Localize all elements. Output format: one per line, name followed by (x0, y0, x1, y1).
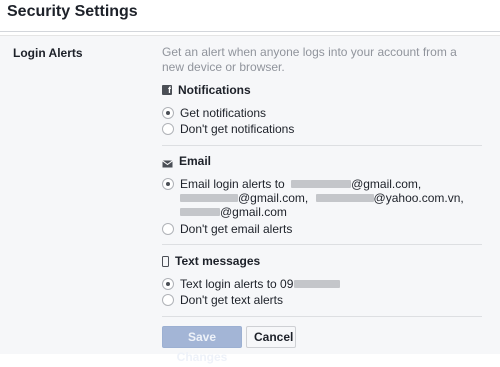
save-changes-button[interactable]: Save Changes (162, 326, 242, 364)
dont-get-email-label: Don't get email alerts (180, 222, 293, 236)
radio-dont-get-text[interactable] (162, 294, 174, 306)
radio-dont-get-email[interactable] (162, 223, 174, 235)
text-alerts-prefix: Text login alerts to 09 (180, 277, 294, 291)
actions-divider (162, 316, 482, 317)
redacted-text (294, 279, 341, 288)
notifications-heading-label: Notifications (178, 83, 251, 97)
radio-email-alerts[interactable] (162, 178, 174, 190)
dont-get-text-label: Don't get text alerts (180, 293, 284, 307)
text-messages-heading: Text messages (162, 254, 260, 268)
section-description: Get an alert when anyone logs into your … (162, 45, 457, 74)
redacted-text (180, 193, 238, 202)
page-title: Security Settings (7, 3, 138, 20)
radio-dont-get-notifications[interactable] (162, 123, 174, 135)
get-notifications-label: Get notifications (180, 106, 267, 120)
group-divider (162, 145, 482, 146)
title-divider (0, 31, 500, 32)
notifications-heading: f Notifications (162, 83, 251, 97)
text-alerts-option[interactable]: Text login alerts to 09 (162, 277, 341, 291)
email-heading: Email (162, 154, 211, 168)
email-address-2: @gmail.com, (238, 191, 309, 205)
dont-get-email-option[interactable]: Don't get email alerts (162, 222, 292, 236)
radio-text-alerts[interactable] (162, 278, 174, 290)
dont-get-text-option[interactable]: Don't get text alerts (162, 293, 283, 307)
redacted-text (315, 193, 374, 202)
text-alerts-text: Text login alerts to 09 (180, 277, 341, 291)
redacted-text (180, 207, 220, 216)
login-alerts-panel: Login Alerts Get an alert when anyone lo… (0, 35, 500, 364)
email-alerts-prefix: Email login alerts to (180, 177, 285, 191)
envelope-icon (162, 157, 173, 168)
text-messages-heading-label: Text messages (175, 254, 261, 268)
cancel-button[interactable]: Cancel (246, 326, 296, 348)
section-label: Login Alerts (13, 46, 83, 60)
phone-icon (162, 255, 169, 267)
dont-get-notifications-label: Don't get notifications (180, 122, 295, 136)
email-address-4: @gmail.com (220, 205, 287, 219)
group-divider (162, 244, 482, 245)
facebook-icon: f (162, 85, 172, 95)
email-address-3: @yahoo.com.vn, (373, 191, 464, 205)
email-address-1: @gmail.com, (351, 177, 422, 191)
email-heading-label: Email (179, 154, 212, 168)
redacted-text (291, 179, 352, 188)
get-notifications-option[interactable]: Get notifications (162, 106, 266, 120)
email-alerts-text: Email login alerts to @gmail.com, @gmail… (180, 177, 464, 219)
dont-get-notifications-option[interactable]: Don't get notifications (162, 122, 294, 136)
radio-get-notifications[interactable] (162, 107, 174, 119)
email-alerts-option[interactable]: Email login alerts to @gmail.com, @gmail… (162, 177, 482, 219)
